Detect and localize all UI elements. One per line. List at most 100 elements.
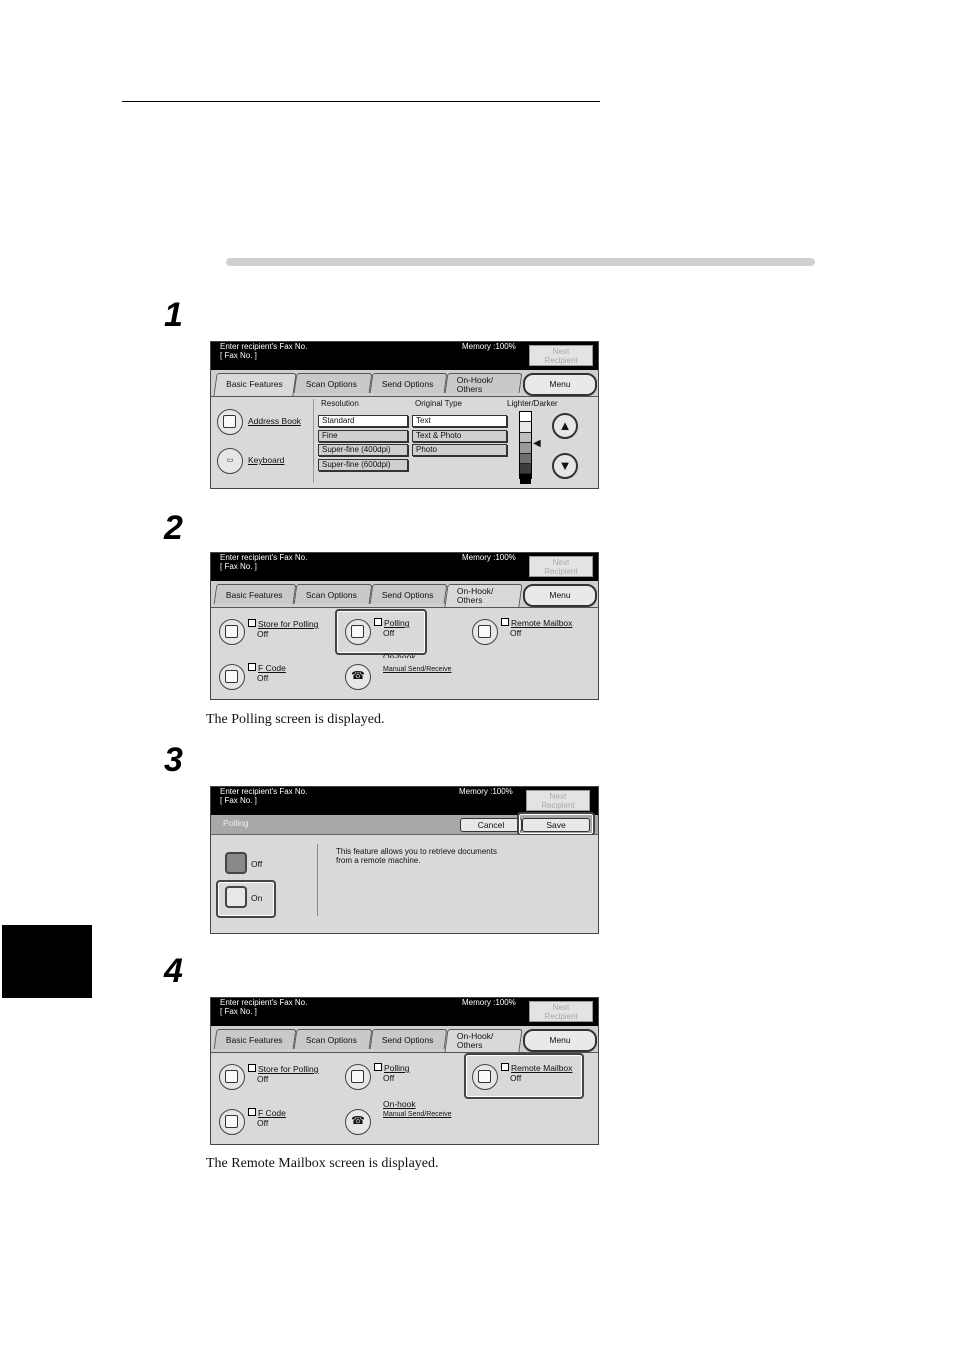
tab-on-hook-others[interactable]: On-Hook/Others	[444, 1029, 523, 1052]
chapter-side-tab	[2, 925, 92, 998]
f-code-button[interactable]	[219, 664, 245, 690]
polling-label: Polling	[374, 1063, 410, 1073]
next-recipient-button[interactable]: Next Recipient	[526, 790, 590, 811]
tab-label: Send Options	[381, 590, 434, 600]
keyboard-button[interactable]: ▭	[217, 448, 243, 474]
tab-label: Basic Features	[225, 590, 283, 600]
tab-send-options[interactable]: Send Options	[369, 584, 448, 604]
store-polling-icon	[225, 625, 238, 638]
screen-on-hook-others: Enter recipient's Fax No. [ Fax No. ] Me…	[210, 552, 599, 700]
memory-status: Memory :100%	[462, 553, 516, 562]
next-recipient-button[interactable]: Next Recipient	[529, 556, 593, 577]
screen-on-hook-others: Enter recipient's Fax No. [ Fax No. ] Me…	[210, 997, 599, 1145]
checkbox-icon	[248, 663, 256, 671]
recipient-label: Recipient	[544, 356, 578, 365]
polling-button[interactable]	[345, 619, 371, 645]
cancel-button[interactable]: Cancel	[460, 818, 522, 832]
prompt-line: Enter recipient's Fax No.	[220, 787, 308, 796]
tab-label: Scan Options	[305, 590, 357, 600]
keyboard-icon: ▭	[226, 457, 234, 464]
tab-send-options[interactable]: Send Options	[369, 1029, 448, 1049]
on-hook-body: Store for Polling Off Polling Off Remote…	[211, 608, 598, 699]
original-text[interactable]: Text	[412, 415, 507, 427]
mail-icon	[478, 1070, 491, 1083]
f-code-label: F Code	[248, 663, 286, 673]
step-number: 2	[164, 509, 183, 547]
darker-down-button[interactable]: ▼	[552, 453, 578, 479]
tab-scan-options[interactable]: Scan Options	[293, 584, 373, 604]
tab-basic-features[interactable]: Basic Features	[213, 1029, 297, 1049]
memory-status: Memory :100%	[459, 787, 513, 796]
store-polling-icon	[225, 1070, 238, 1083]
tab-label-2: Others	[456, 1040, 483, 1050]
on-hook-label: On-hook	[383, 652, 416, 658]
prompt-line: Enter recipient's Fax No.	[220, 342, 308, 351]
tab-label: Scan Options	[305, 379, 357, 389]
lighter-up-button[interactable]: ▲	[552, 413, 578, 439]
divider	[313, 399, 314, 483]
menu-button[interactable]: Menu	[523, 373, 597, 396]
checkbox-icon	[248, 1064, 256, 1072]
f-code-status: Off	[257, 673, 269, 683]
tab-scan-options[interactable]: Scan Options	[293, 1029, 373, 1049]
polling-status: Off	[383, 1073, 395, 1083]
resolution-superfine-600[interactable]: Super-fine (600dpi)	[318, 459, 408, 471]
off-option-label: Off	[251, 859, 263, 869]
checkbox-icon	[248, 619, 256, 627]
original-photo[interactable]: Photo	[412, 444, 507, 456]
remote-mailbox-status: Off	[510, 1073, 522, 1083]
label-text: Remote Mailbox	[511, 618, 573, 628]
on-option-button[interactable]	[225, 886, 247, 908]
save-button[interactable]: Save	[522, 818, 590, 832]
address-book-icon	[223, 415, 236, 428]
on-hook-label: On-hook	[383, 1099, 416, 1109]
resolution-standard[interactable]: Standard	[318, 415, 408, 427]
checkbox-icon	[501, 618, 509, 626]
tab-label-2: Others	[456, 595, 483, 605]
menu-button[interactable]: Menu	[523, 584, 597, 607]
remote-mailbox-button[interactable]	[472, 619, 498, 645]
next-recipient-button[interactable]: Next Recipient	[529, 1001, 593, 1022]
polling-icon	[351, 1070, 364, 1083]
tab-label: Scan Options	[305, 1035, 357, 1045]
polling-title: Polling	[223, 818, 249, 828]
message-bar: Enter recipient's Fax No. [ Fax No. ] Me…	[211, 998, 598, 1026]
phone-icon: ☎	[351, 1115, 365, 1127]
tab-scan-options[interactable]: Scan Options	[293, 373, 373, 393]
menu-button[interactable]: Menu	[523, 1029, 597, 1052]
resolution-superfine-400[interactable]: Super-fine (400dpi)	[318, 444, 408, 456]
original-text-photo[interactable]: Text & Photo	[412, 430, 507, 442]
tab-basic-features[interactable]: Basic Features	[213, 373, 297, 396]
store-for-polling-button[interactable]	[219, 1064, 245, 1090]
tab-strip: Basic Features Scan Options Send Options…	[211, 1026, 598, 1053]
address-book-button[interactable]	[217, 409, 243, 435]
tab-strip: Basic Features Scan Options Send Options…	[211, 370, 598, 397]
tab-basic-features[interactable]: Basic Features	[213, 584, 297, 604]
original-type-heading: Original Type	[415, 399, 462, 408]
off-option-button[interactable]	[225, 852, 247, 874]
next-recipient-button[interactable]: Next Recipient	[529, 345, 593, 366]
tab-send-options[interactable]: Send Options	[369, 373, 448, 393]
polling-icon	[351, 625, 364, 638]
recipient-label: Recipient	[541, 801, 575, 810]
tab-on-hook-others[interactable]: On-Hook/Others	[444, 373, 523, 394]
f-code-button[interactable]	[219, 1109, 245, 1135]
checkbox-icon	[374, 618, 382, 626]
message-bar: Enter recipient's Fax No. [ Fax No. ] Me…	[211, 553, 598, 581]
remote-mailbox-button[interactable]	[472, 1064, 498, 1090]
message-bar: Enter recipient's Fax No. [ Fax No. ] Me…	[211, 342, 598, 370]
tab-on-hook-others[interactable]: On-Hook/Others	[444, 584, 523, 607]
store-for-polling-button[interactable]	[219, 619, 245, 645]
on-hook-button[interactable]: ☎	[345, 664, 371, 690]
on-hook-button[interactable]: ☎	[345, 1109, 371, 1135]
step-number: 3	[164, 741, 183, 779]
basic-features-body: Address Book ▭ Keyboard Resolution Stand…	[211, 397, 598, 488]
polling-status: Off	[383, 628, 395, 638]
polling-button[interactable]	[345, 1064, 371, 1090]
prompt-line: Enter recipient's Fax No.	[220, 553, 308, 562]
on-hook-body: Store for Polling Off Polling Off Remote…	[211, 1053, 598, 1144]
resolution-fine[interactable]: Fine	[318, 430, 408, 442]
step-number: 4	[164, 952, 183, 990]
arrow-up-icon: ▲	[558, 418, 572, 433]
resolution-heading: Resolution	[321, 399, 359, 408]
